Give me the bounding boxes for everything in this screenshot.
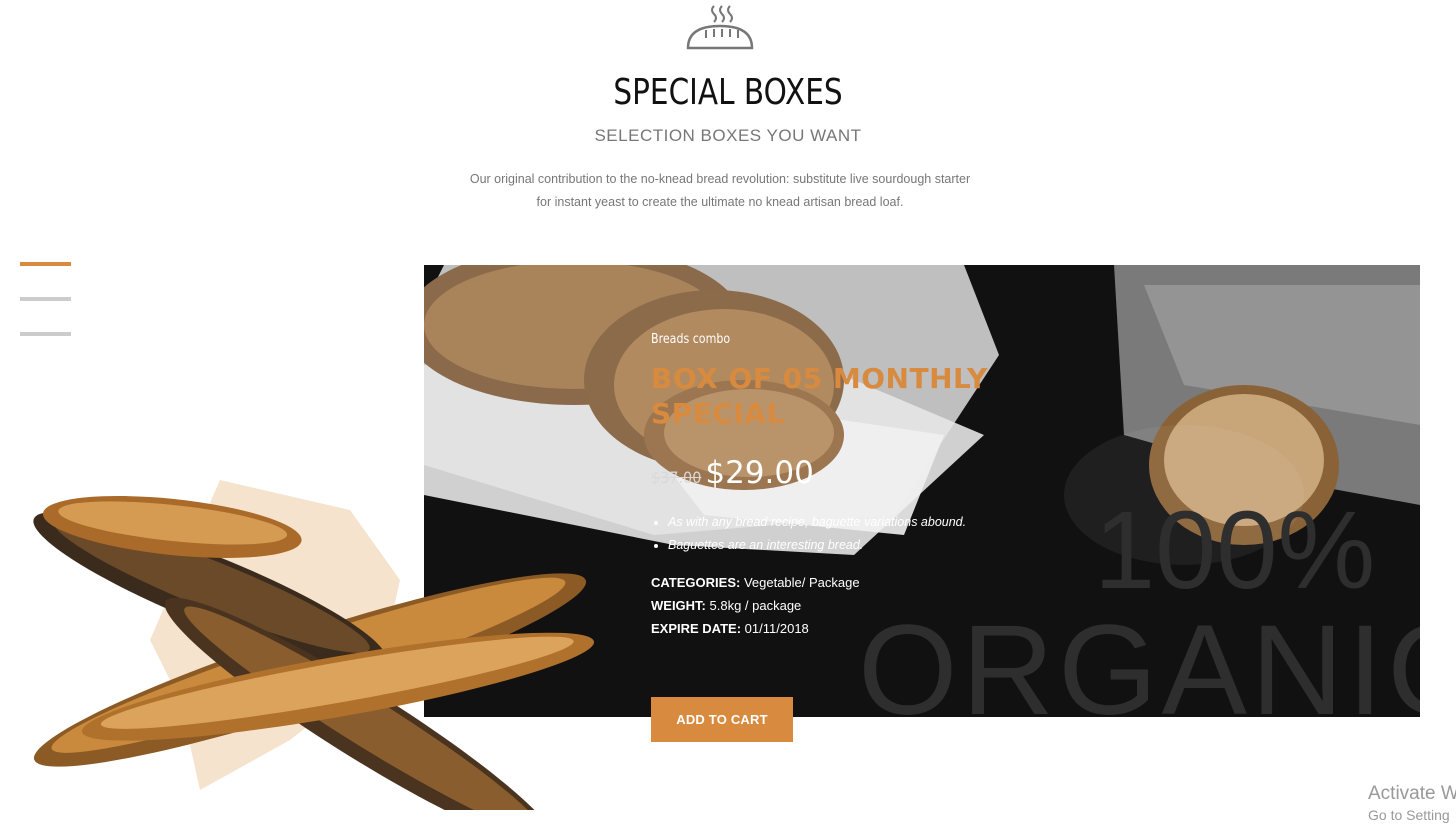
activation-subtitle: Go to Setting: [1368, 807, 1450, 823]
weight-value: 5.8kg / package: [705, 598, 802, 613]
product-title-line-1: BOX OF 05 MONTHLY: [651, 362, 988, 395]
description-line-2: for instant yeast to create the ultimate…: [536, 195, 904, 209]
weight-label: WEIGHT:: [651, 598, 706, 613]
feature-item: Baguettes are an interesting bread.: [668, 534, 1031, 557]
categories-value: Vegetable/ Package: [740, 575, 860, 590]
bread-loaf-icon: [686, 5, 754, 50]
activation-title: Activate W: [1368, 783, 1456, 804]
add-to-cart-button[interactable]: ADD TO CART: [651, 697, 793, 742]
product-category-label: Breads combo: [651, 332, 731, 347]
expire-label: EXPIRE DATE:: [651, 621, 742, 636]
expire-row: EXPIRE DATE: 01/11/2018: [651, 617, 1031, 640]
categories-label: CATEGORIES:: [651, 575, 741, 590]
product-title-line-2: SPECIAL: [651, 397, 785, 430]
price-block: $37.00 $29.00: [651, 455, 1031, 491]
baguettes-image: [33, 480, 595, 810]
product-details: Breads combo BOX OF 05 MONTHLY SPECIAL $…: [651, 332, 1031, 640]
old-price: $37.00: [651, 468, 702, 487]
watermark-percent: 100%: [1094, 489, 1376, 612]
section-subtitle: SELECTION BOXES YOU WANT: [594, 126, 862, 145]
expire-value: 01/11/2018: [741, 621, 809, 636]
slider-pagination: [20, 262, 72, 367]
slide-indicator-2[interactable]: [20, 297, 71, 301]
section-description: Our original contribution to the no-knea…: [440, 168, 1000, 214]
product-meta: CATEGORIES: Vegetable/ Package WEIGHT: 5…: [651, 571, 1031, 640]
weight-row: WEIGHT: 5.8kg / package: [651, 594, 1031, 617]
windows-activation-watermark: Activate W Go to Setting: [1368, 783, 1456, 823]
section-title: SPECIAL BOXES: [613, 72, 843, 113]
description-line-1: Our original contribution to the no-knea…: [469, 172, 971, 186]
feature-list: As with any bread recipe, baguette varia…: [651, 511, 1031, 557]
feature-item: As with any bread recipe, baguette varia…: [668, 511, 1031, 534]
slide-indicator-1[interactable]: [20, 262, 71, 266]
slide-indicator-3[interactable]: [20, 332, 71, 336]
product-title: BOX OF 05 MONTHLY SPECIAL: [651, 361, 1031, 431]
current-price: $29.00: [705, 455, 814, 491]
categories-row: CATEGORIES: Vegetable/ Package: [651, 571, 1031, 594]
